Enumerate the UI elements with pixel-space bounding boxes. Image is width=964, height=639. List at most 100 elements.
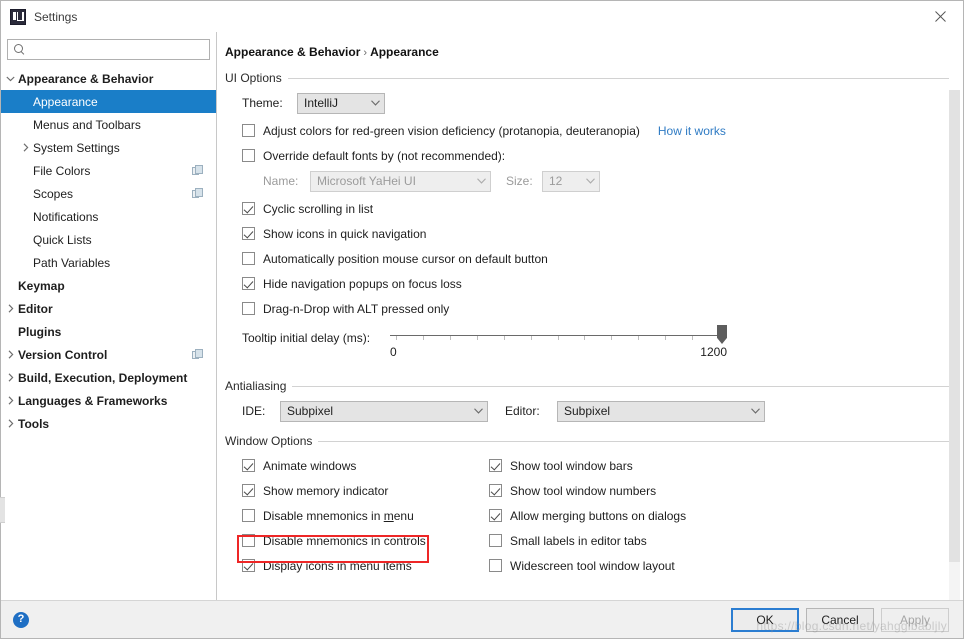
checkbox-row[interactable]: Cyclic scrolling in list [242, 196, 949, 221]
checkbox-show-tool-window-bars[interactable] [489, 459, 502, 472]
checkbox-drag-n-drop-with-alt-pressed-only[interactable] [242, 302, 255, 315]
slider-tick [665, 336, 666, 340]
chevron-right-icon[interactable] [3, 419, 18, 428]
checkbox-row[interactable]: Animate windows [242, 453, 489, 478]
copy-settings-icon[interactable] [192, 349, 203, 360]
ide-antialiasing-select[interactable]: Subpixel [280, 401, 488, 422]
scrollbar-thumb[interactable] [949, 90, 960, 562]
adjust-colors-checkbox[interactable] [242, 124, 255, 137]
checkbox-row[interactable]: Display icons in menu items [242, 553, 489, 578]
checkbox-allow-merging-buttons-on-dialogs[interactable] [489, 509, 502, 522]
checkbox-show-icons-in-quick-navigation[interactable] [242, 227, 255, 240]
override-fonts-checkbox[interactable] [242, 149, 255, 162]
theme-select[interactable]: IntelliJ [297, 93, 385, 114]
slider-tick [531, 336, 532, 340]
checkbox-row[interactable]: Widescreen tool window layout [489, 553, 686, 578]
copy-settings-icon[interactable] [192, 188, 203, 199]
font-size-value: 12 [549, 174, 581, 188]
chevron-right-icon[interactable] [3, 373, 18, 382]
apply-button[interactable]: Apply [881, 608, 949, 632]
chevron-right-icon[interactable] [3, 304, 18, 313]
font-name-select[interactable]: Microsoft YaHei UI [310, 171, 491, 192]
sidebar-item-tools[interactable]: Tools [1, 412, 216, 435]
sidebar-item-languages-frameworks[interactable]: Languages & Frameworks [1, 389, 216, 412]
sidebar-item-editor[interactable]: Editor [1, 297, 216, 320]
search-box[interactable] [7, 39, 210, 60]
sidebar-item-label: Editor [18, 302, 53, 316]
sidebar-item-notifications[interactable]: Notifications [1, 205, 216, 228]
checkbox-row[interactable]: Automatically position mouse cursor on d… [242, 246, 949, 271]
main-vertical-scrollbar[interactable] [949, 90, 960, 600]
checkbox-widescreen-tool-window-layout[interactable] [489, 559, 502, 572]
slider-tick [584, 336, 585, 340]
ok-button[interactable]: OK [731, 608, 799, 632]
sidebar-item-build-execution-deployment[interactable]: Build, Execution, Deployment [1, 366, 216, 389]
sidebar-item-plugins[interactable]: Plugins [1, 320, 216, 343]
window-options-header: Window Options [225, 434, 949, 448]
checkbox-row[interactable]: Small labels in editor tabs [489, 528, 686, 553]
checkbox-hide-navigation-popups-on-focus-loss[interactable] [242, 277, 255, 290]
checkbox-small-labels-in-editor-tabs[interactable] [489, 534, 502, 547]
slider-range-labels: 0 1200 [390, 345, 727, 359]
checkbox-row[interactable]: Drag-n-Drop with ALT pressed only [242, 296, 949, 321]
search-container [1, 32, 216, 66]
tooltip-delay-label: Tooltip initial delay (ms): [242, 325, 382, 345]
checkbox-row[interactable]: Show tool window bars [489, 453, 686, 478]
chevron-down-icon[interactable] [3, 76, 18, 82]
copy-settings-icon[interactable] [192, 165, 203, 176]
sidebar-item-label: Scopes [33, 187, 73, 201]
checkbox-cyclic-scrolling-in-list[interactable] [242, 202, 255, 215]
checkbox-show-tool-window-numbers[interactable] [489, 484, 502, 497]
cancel-button[interactable]: Cancel [806, 608, 874, 632]
ui-options-title: UI Options [225, 71, 282, 85]
checkbox-animate-windows[interactable] [242, 459, 255, 472]
checkbox-row[interactable]: Show memory indicator [242, 478, 489, 503]
checkbox-disable-mnemonics-in-menu[interactable] [242, 509, 255, 522]
checkbox-label: Allow merging buttons on dialogs [510, 509, 686, 523]
window-title: Settings [34, 10, 77, 24]
font-size-select[interactable]: 12 [542, 171, 600, 192]
checkbox-label: Show memory indicator [263, 484, 388, 498]
slider-tick [611, 336, 612, 340]
tooltip-delay-slider[interactable]: 0 1200 [390, 325, 727, 365]
close-icon[interactable] [917, 1, 963, 32]
checkbox-row[interactable]: Disable mnemonics in controls [242, 528, 489, 553]
checkbox-row[interactable]: Allow merging buttons on dialogs [489, 503, 686, 528]
sidebar-item-appearance[interactable]: Appearance [1, 90, 216, 113]
checkbox-automatically-position-mouse-cursor-on-default-button[interactable] [242, 252, 255, 265]
checkbox-row[interactable]: Hide navigation popups on focus loss [242, 271, 949, 296]
sidebar-item-file-colors[interactable]: File Colors [1, 159, 216, 182]
checkbox-display-icons-in-menu-items[interactable] [242, 559, 255, 572]
search-icon [13, 43, 26, 56]
sidebar-item-keymap[interactable]: Keymap [1, 274, 216, 297]
sidebar-item-scopes[interactable]: Scopes [1, 182, 216, 205]
breadcrumb-root[interactable]: Appearance & Behavior [225, 45, 360, 59]
sidebar-item-quick-lists[interactable]: Quick Lists [1, 228, 216, 251]
sidebar-item-system-settings[interactable]: System Settings [1, 136, 216, 159]
antialiasing-row: IDE: Subpixel Editor: Subpixel [242, 398, 949, 424]
sidebar-splitter-handle[interactable] [0, 497, 5, 523]
slider-thumb[interactable] [717, 325, 727, 344]
sidebar-item-appearance-behavior[interactable]: Appearance & Behavior [1, 67, 216, 90]
sidebar-item-path-variables[interactable]: Path Variables [1, 251, 216, 274]
sidebar-item-label: Path Variables [33, 256, 110, 270]
chevron-right-icon[interactable] [3, 350, 18, 359]
group-divider [292, 386, 949, 387]
sidebar-item-label: Version Control [18, 348, 107, 362]
group-divider [318, 441, 949, 442]
checkbox-show-memory-indicator[interactable] [242, 484, 255, 497]
search-input[interactable] [26, 42, 205, 58]
checkbox-row[interactable]: Disable mnemonics in menu [242, 503, 489, 528]
checkbox-disable-mnemonics-in-controls[interactable] [242, 534, 255, 547]
chevron-right-icon[interactable] [18, 143, 33, 152]
help-icon[interactable]: ? [13, 612, 29, 628]
editor-antialiasing-label: Editor: [505, 404, 557, 418]
checkbox-row[interactable]: Show tool window numbers [489, 478, 686, 503]
editor-antialiasing-select[interactable]: Subpixel [557, 401, 765, 422]
sidebar-item-version-control[interactable]: Version Control [1, 343, 216, 366]
how-it-works-link[interactable]: How it works [658, 124, 726, 138]
chevron-right-icon[interactable] [3, 396, 18, 405]
tooltip-delay-row: Tooltip initial delay (ms): 0 1200 [242, 325, 949, 371]
sidebar-item-menus-and-toolbars[interactable]: Menus and Toolbars [1, 113, 216, 136]
checkbox-row[interactable]: Show icons in quick navigation [242, 221, 949, 246]
